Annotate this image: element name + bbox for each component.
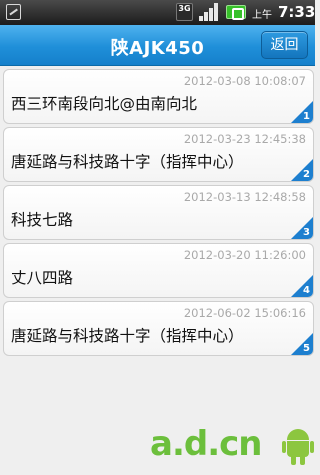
network-type-icon: 3G	[176, 3, 193, 21]
item-date: 2012-06-02 15:06:16	[183, 306, 306, 320]
status-time: 7:33	[278, 3, 316, 21]
watermark-text: a.d.cn	[150, 424, 262, 464]
item-date: 2012-03-20 11:26:00	[183, 248, 306, 262]
item-index: 2	[303, 169, 310, 180]
title-bar: 陕AJK450 返回	[0, 25, 315, 66]
item-date: 2012-03-08 10:08:07	[183, 74, 306, 88]
item-location: 西三环南段向北@由南向北	[11, 95, 198, 113]
item-index: 1	[303, 111, 310, 122]
item-date: 2012-03-23 12:45:38	[183, 132, 306, 146]
back-button[interactable]: 返回	[261, 31, 308, 59]
item-index: 4	[303, 285, 310, 296]
list-item[interactable]: 2012-03-20 11:26:00 丈八四路 4	[3, 243, 314, 298]
item-index: 5	[303, 343, 310, 354]
item-location: 唐延路与科技路十字（指挥中心）	[11, 327, 244, 345]
list-item[interactable]: 2012-03-13 12:48:58 科技七路 3	[3, 185, 314, 240]
item-location: 科技七路	[11, 211, 74, 229]
list-item[interactable]: 2012-03-23 12:45:38 唐延路与科技路十字（指挥中心） 2	[3, 127, 314, 182]
item-index: 3	[303, 227, 310, 238]
item-date: 2012-03-13 12:48:58	[183, 190, 306, 204]
item-location: 丈八四路	[11, 269, 74, 287]
status-bar: 3G 上午 7:33	[0, 0, 315, 25]
notification-icon	[6, 4, 21, 20]
list-item[interactable]: 2012-03-08 10:08:07 西三环南段向北@由南向北 1	[3, 69, 314, 124]
android-robot-icon	[282, 427, 314, 467]
status-ampm: 上午	[252, 10, 272, 21]
list-item[interactable]: 2012-06-02 15:06:16 唐延路与科技路十字（指挥中心） 5	[3, 301, 314, 356]
item-location: 唐延路与科技路十字（指挥中心）	[11, 153, 244, 171]
signal-icon	[199, 3, 221, 21]
battery-icon	[226, 5, 246, 20]
watermark-logo: a.d.cn	[150, 420, 315, 470]
